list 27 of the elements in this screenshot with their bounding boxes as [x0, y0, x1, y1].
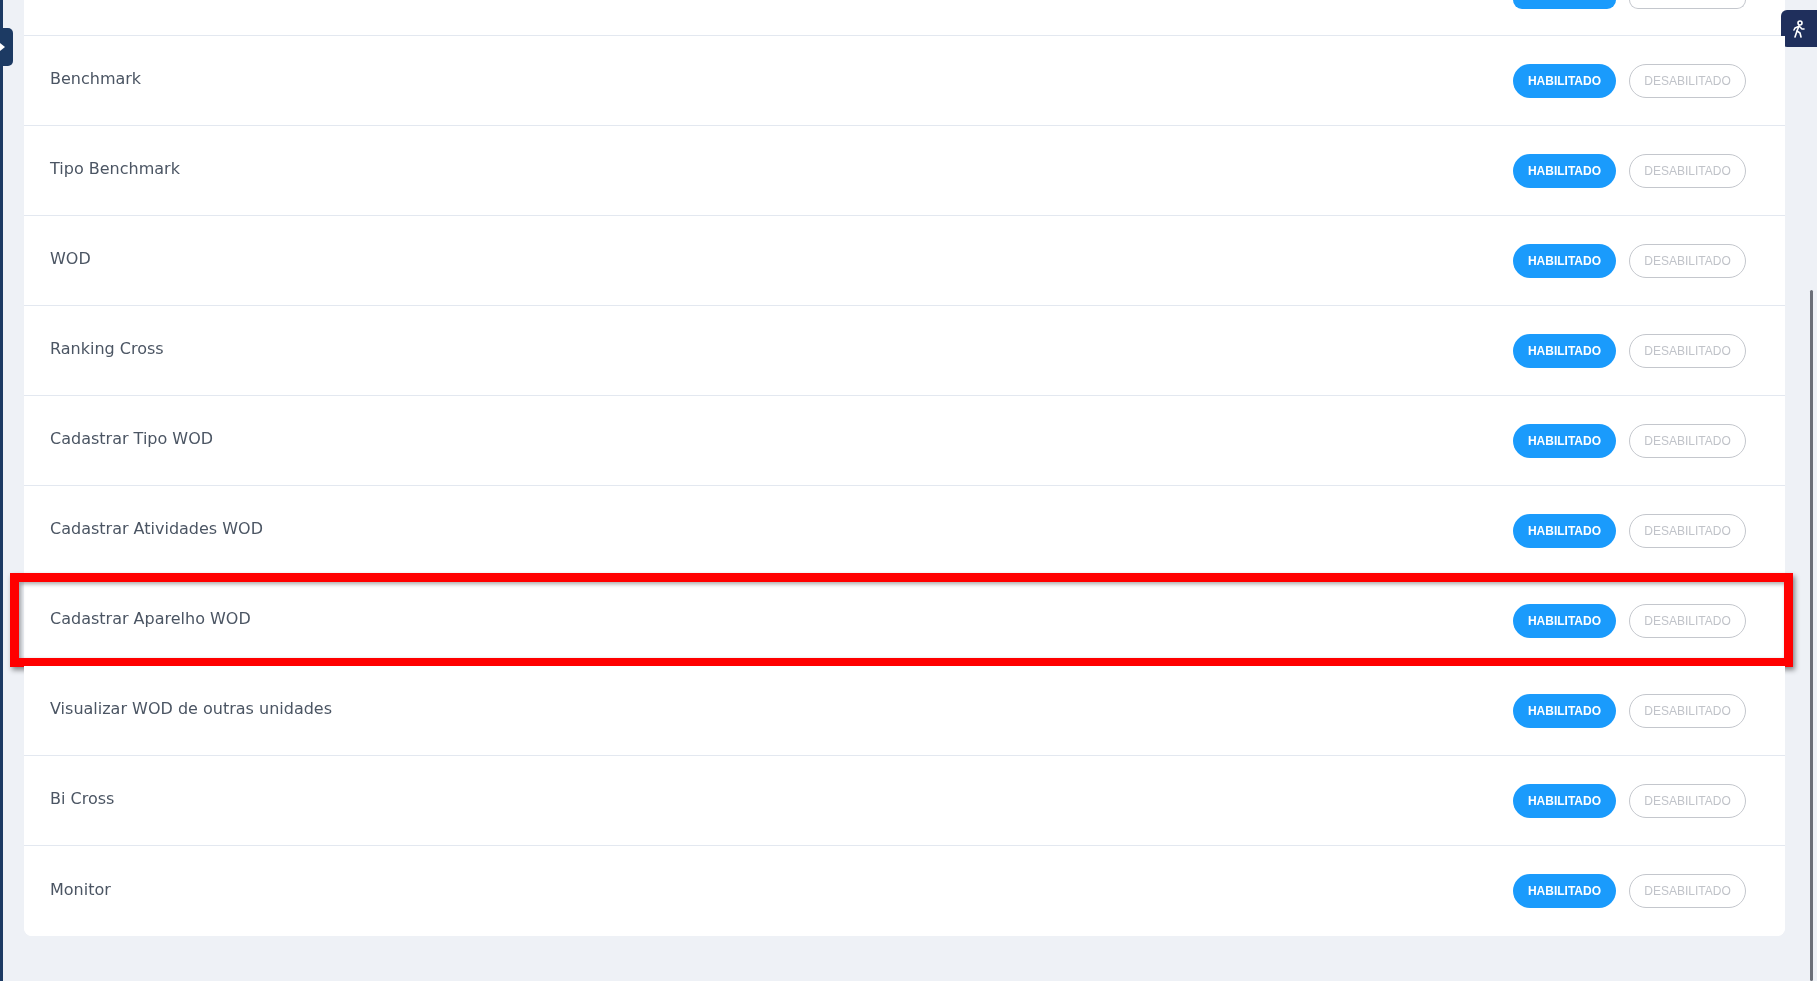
permission-label: Cadastrar Atividades WOD — [50, 519, 263, 538]
enabled-button[interactable]: HABILITADO — [1513, 243, 1616, 278]
permission-label: Monitor — [50, 879, 111, 899]
permission-label: Cadastrar Tipo WOD — [50, 429, 214, 448]
permission-label: Ranking Cross — [50, 339, 164, 358]
button-edge[interactable] — [1629, 0, 1746, 9]
permission-label: Tipo Benchmark — [50, 159, 180, 178]
permission-label: Visualizar WOD de outras unidades — [50, 699, 332, 718]
enabled-button[interactable]: HABILITADO — [1513, 63, 1616, 98]
enabled-button[interactable]: HABILITADO — [1513, 783, 1616, 818]
enabled-button[interactable]: HABILITADO — [1513, 513, 1616, 548]
enabled-button[interactable]: HABILITADO — [1513, 693, 1616, 728]
permission-label: Cadastrar Aparelho WOD — [50, 609, 251, 628]
scrollbar[interactable] — [1810, 290, 1813, 981]
enabled-button[interactable]: HABILITADO — [1513, 423, 1616, 458]
chevron-right-icon — [0, 43, 5, 51]
permission-label: Benchmark — [50, 69, 142, 88]
enabled-button[interactable]: HABILITADO — [1513, 153, 1616, 188]
button-edge[interactable] — [1513, 0, 1616, 9]
permission-label: Bi Cross — [50, 789, 115, 808]
accessibility-button[interactable] — [1781, 10, 1817, 47]
permission-label: WOD — [50, 249, 91, 268]
enabled-button[interactable]: HABILITADO — [1513, 333, 1616, 368]
enabled-button[interactable]: HABILITADO — [1513, 874, 1616, 908]
walking-person-icon — [1792, 19, 1806, 38]
sidebar-toggle[interactable] — [0, 28, 13, 66]
enabled-button[interactable]: HABILITADO — [1513, 603, 1616, 638]
